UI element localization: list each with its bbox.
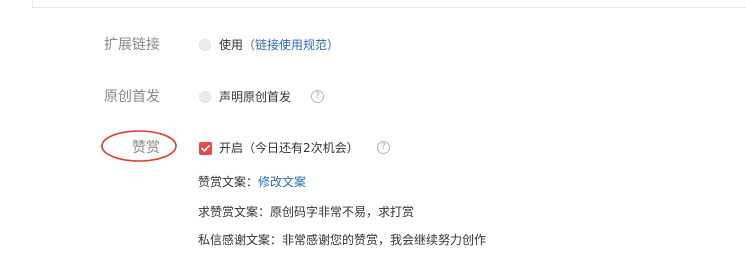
help-icon-glyph: ? — [315, 91, 320, 101]
help-icon[interactable]: ? — [311, 90, 324, 103]
reward-label: 赞赏 — [132, 140, 160, 156]
reward-enable-checkbox[interactable] — [199, 142, 212, 155]
edit-copy-link[interactable]: 修改文案 — [258, 175, 306, 189]
link-usage-rules-link[interactable]: 链接使用规范 — [255, 38, 327, 52]
help-icon[interactable]: ? — [377, 141, 390, 154]
editor-settings-panel: 扩展链接 使用（链接使用规范） 原创首发 声明原创首发 ? 赞赏 开启（今日还有… — [0, 0, 746, 274]
request-reward-copy: 求赞赏文案：原创码字非常不易，求打赏 — [198, 205, 415, 219]
reward-copy-row: 赞赏文案：修改文案 — [198, 173, 306, 191]
reward-copy-label: 赞赏文案： — [198, 175, 259, 189]
paren-close: ） — [327, 38, 340, 52]
extension-link-option: 使用（链接使用规范） — [219, 36, 339, 54]
paren-open: （ — [243, 38, 256, 52]
original-first-radio[interactable] — [199, 91, 211, 103]
checkmark-icon — [201, 144, 210, 152]
help-icon-glyph: ? — [381, 142, 386, 152]
original-first-option: 声明原创首发 — [219, 90, 292, 104]
extension-link-use-text: 使用 — [219, 38, 244, 52]
original-first-label: 原创首发 — [104, 89, 160, 105]
extension-link-radio[interactable] — [199, 39, 211, 51]
panel-divider — [32, 0, 746, 8]
thanks-message-copy: 私信感谢文案：非常感谢您的赞赏，我会继续努力创作 — [198, 233, 487, 247]
extension-link-label: 扩展链接 — [104, 37, 160, 53]
reward-enable-option: 开启（今日还有2次机会） — [219, 141, 359, 155]
